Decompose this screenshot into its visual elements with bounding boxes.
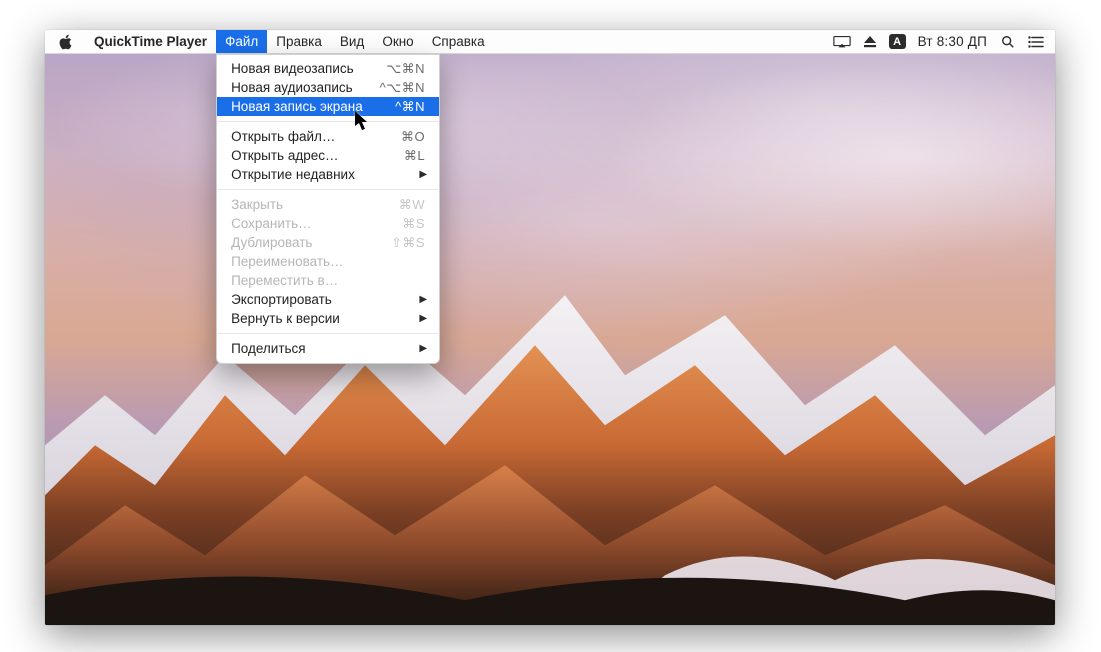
menu-item-label: Открыть адрес… xyxy=(231,148,404,163)
menu-item[interactable]: Открыть файл…⌘O xyxy=(217,127,439,146)
app-name[interactable]: QuickTime Player xyxy=(85,30,216,53)
menu-item-shortcut: ⌘L xyxy=(404,148,425,164)
menu-item-shortcut: ⌥⌘N xyxy=(386,61,425,77)
menu-Файл[interactable]: Файл xyxy=(216,30,267,53)
menu-separator xyxy=(218,121,438,122)
menu-item-label: Экспортировать xyxy=(231,292,425,307)
menu-item-shortcut: ^⌥⌘N xyxy=(380,80,425,96)
menu-item-shortcut: ⌘W xyxy=(399,197,425,213)
eject-icon[interactable] xyxy=(861,35,879,49)
menu-item-label: Переименовать… xyxy=(231,254,425,269)
menu-item-label: Сохранить… xyxy=(231,216,402,231)
notification-center-icon[interactable] xyxy=(1027,35,1045,49)
menu-item-label: Дублировать xyxy=(231,235,391,250)
menu-Справка[interactable]: Справка xyxy=(423,30,494,53)
menu-item[interactable]: Открытие недавних▶ xyxy=(217,165,439,184)
submenu-arrow-icon: ▶ xyxy=(419,343,427,354)
menu-item-shortcut: ⌘S xyxy=(402,216,425,232)
menu-item[interactable]: Новая видеозапись⌥⌘N xyxy=(217,59,439,78)
menu-item-label: Открыть файл… xyxy=(231,129,401,144)
menu-item[interactable]: Новая аудиозапись^⌥⌘N xyxy=(217,78,439,97)
menu-item[interactable]: Поделиться▶ xyxy=(217,339,439,358)
file-menu-dropdown: Новая видеозапись⌥⌘NНовая аудиозапись^⌥⌘… xyxy=(216,54,440,364)
airplay-icon[interactable] xyxy=(833,35,851,49)
menu-item: Переименовать… xyxy=(217,252,439,271)
menu-item-label: Переместить в… xyxy=(231,273,425,288)
submenu-arrow-icon: ▶ xyxy=(419,294,427,305)
menu-item-shortcut: ⌘O xyxy=(401,129,425,145)
screen: QuickTime Player ФайлПравкаВидОкноСправк… xyxy=(45,30,1055,625)
menu-item[interactable]: Новая запись экрана^⌘N xyxy=(217,97,439,116)
menu-item[interactable]: Вернуть к версии▶ xyxy=(217,309,439,328)
menu-Правка[interactable]: Правка xyxy=(267,30,331,53)
menu-Окно[interactable]: Окно xyxy=(373,30,422,53)
menu-item[interactable]: Открыть адрес…⌘L xyxy=(217,146,439,165)
menubar: QuickTime Player ФайлПравкаВидОкноСправк… xyxy=(45,30,1055,54)
menu-item-label: Вернуть к версии xyxy=(231,311,425,326)
menu-item: Дублировать⇧⌘S xyxy=(217,233,439,252)
submenu-arrow-icon: ▶ xyxy=(419,169,427,180)
input-source-badge[interactable]: A xyxy=(889,34,906,49)
menu-item: Сохранить…⌘S xyxy=(217,214,439,233)
menu-Вид[interactable]: Вид xyxy=(331,30,373,53)
submenu-arrow-icon: ▶ xyxy=(419,313,427,324)
menu-item-label: Новая аудиозапись xyxy=(231,80,380,95)
menu-separator xyxy=(218,333,438,334)
menu-item-label: Новая видеозапись xyxy=(231,61,386,76)
menu-item-shortcut: ⇧⌘S xyxy=(391,235,425,251)
menubar-clock[interactable]: Вт 8:30 ДП xyxy=(916,34,989,49)
menu-item-shortcut: ^⌘N xyxy=(395,99,425,115)
menu-item-label: Закрыть xyxy=(231,197,399,212)
menu-item-label: Открытие недавних xyxy=(231,167,425,182)
desktop-wallpaper[interactable] xyxy=(45,54,1055,625)
menu-item-label: Поделиться xyxy=(231,341,425,356)
menu-item: Закрыть⌘W xyxy=(217,195,439,214)
apple-menu[interactable] xyxy=(45,30,85,53)
spotlight-icon[interactable] xyxy=(999,35,1017,49)
menu-item: Переместить в… xyxy=(217,271,439,290)
menu-item[interactable]: Экспортировать▶ xyxy=(217,290,439,309)
menu-item-label: Новая запись экрана xyxy=(231,99,395,114)
menu-separator xyxy=(218,189,438,190)
